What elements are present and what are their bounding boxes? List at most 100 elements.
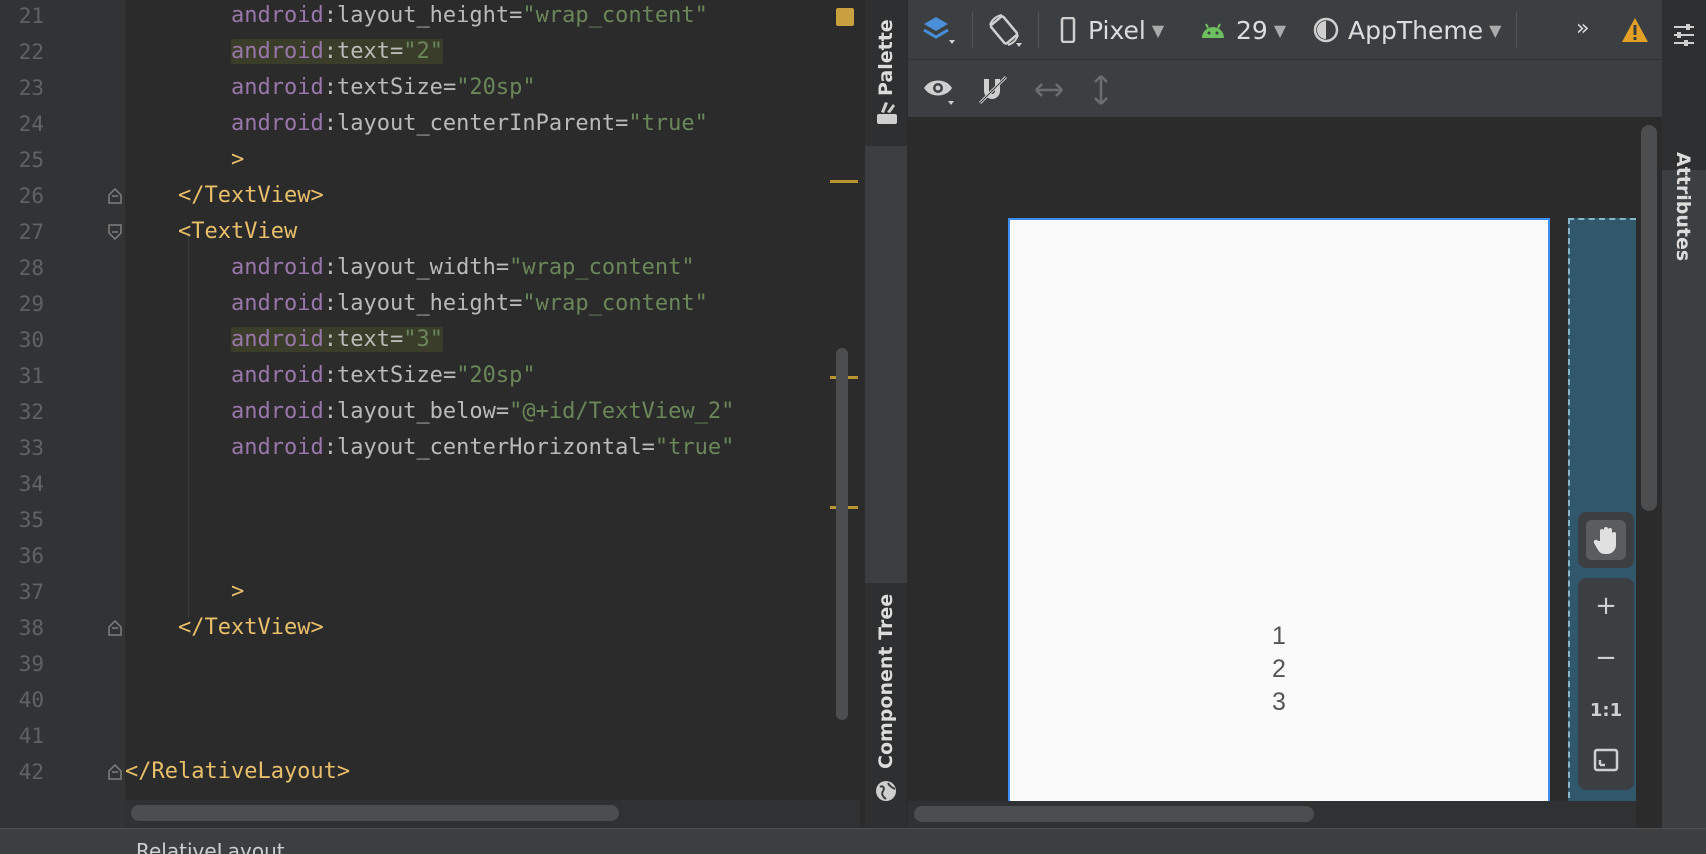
device-preview[interactable]: 1 2 3 <box>1008 218 1550 818</box>
code-line[interactable]: android:layout_width="wrap_content" <box>231 250 695 286</box>
orientation-button[interactable] <box>986 10 1024 50</box>
actual-size-button[interactable]: 1:1 <box>1586 690 1626 730</box>
expand-vertical-button[interactable] <box>1084 70 1118 110</box>
code-token: textSize <box>336 75 443 100</box>
toolbar-overflow-button[interactable]: » <box>1576 8 1589 48</box>
canvas-horizontal-scrollbar[interactable] <box>914 806 1314 822</box>
code-line[interactable]: android:layout_below="@+id/TextView_2" <box>231 394 734 430</box>
line-number: 24 <box>18 112 44 136</box>
layers-icon <box>923 17 955 44</box>
fold-marker-icon[interactable] <box>108 620 122 636</box>
line-number: 32 <box>18 400 44 424</box>
code-token: layout_height <box>336 291 510 316</box>
chevron-down-icon: ▼ <box>1489 20 1502 40</box>
highlight-marker[interactable] <box>830 180 858 183</box>
line-number: 37 <box>18 580 44 604</box>
code-line[interactable]: android:text="3" <box>231 322 443 358</box>
code-line[interactable]: </TextView> <box>178 610 324 646</box>
design-toolbar: Pixel ▼ 29 ▼ AppTheme ▼ » <box>908 0 1662 60</box>
fold-marker-icon[interactable] <box>108 224 122 240</box>
line-number: 23 <box>18 76 44 100</box>
hand-icon <box>1593 527 1616 555</box>
code-token: layout_centerHorizontal <box>336 435 642 460</box>
code-token: layout_centerInParent <box>336 111 616 136</box>
design-surface-button[interactable] <box>920 10 956 50</box>
phone-icon <box>1060 17 1076 43</box>
fold-marker-icon[interactable] <box>108 764 122 780</box>
zoom-out-button[interactable]: − <box>1586 638 1626 678</box>
line-number: 42 <box>18 760 44 784</box>
code-line[interactable]: </TextView> <box>178 178 324 214</box>
code-line[interactable]: android:textSize="20sp" <box>231 358 536 394</box>
code-token: = <box>442 363 457 388</box>
expand-horizontal-button[interactable] <box>1032 70 1066 110</box>
view-options-button[interactable] <box>922 70 956 110</box>
toolbar-separator <box>972 12 973 48</box>
breadcrumb[interactable]: RelativeLayout <box>136 839 285 854</box>
line-number: 27 <box>18 220 44 244</box>
left-tool-strip: Palette Component Tree <box>865 0 907 828</box>
code-line[interactable]: android:layout_centerInParent="true" <box>231 106 708 142</box>
code-token: android <box>231 255 324 280</box>
right-tool-strip: Attributes <box>1662 0 1706 828</box>
code-line[interactable]: android:textSize="20sp" <box>231 70 536 106</box>
zoom-to-fit-button[interactable] <box>1586 740 1626 780</box>
line-number-gutter: 21 22 23 24 25 26 27 28 29 30 31 32 33 34 35 36 37 38 39 40… <box>0 0 125 828</box>
preview-textview[interactable]: 1 <box>1010 622 1548 651</box>
canvas-vertical-scrollbar[interactable] <box>1641 125 1657 511</box>
code-line[interactable]: <TextView <box>178 214 297 250</box>
code-token: = <box>509 291 523 316</box>
line-number: 25 <box>18 148 44 172</box>
code-token: android <box>231 327 324 352</box>
code-line[interactable]: > <box>231 574 244 610</box>
line-number: 40 <box>18 688 44 712</box>
sliders-icon <box>1674 24 1694 46</box>
code-token: "20sp" <box>456 363 536 388</box>
device-selector[interactable]: Pixel ▼ <box>1060 10 1164 50</box>
theme-name: AppTheme <box>1348 15 1484 45</box>
code-token: "wrap_content" <box>509 255 695 280</box>
code-editor[interactable]: 21 22 23 24 25 26 27 28 29 30 31 32 33 34 35 36 37 38 39 40… <box>0 0 860 828</box>
editor-horizontal-scrollbar[interactable] <box>131 805 619 821</box>
code-token: android <box>231 3 324 28</box>
line-number: 33 <box>18 436 44 460</box>
attributes-tab[interactable]: Attributes <box>1662 0 1706 261</box>
code-token: android <box>231 399 324 424</box>
code-token: layout_height <box>336 3 510 28</box>
pan-button[interactable] <box>1586 520 1626 560</box>
fold-marker-icon[interactable] <box>108 188 122 204</box>
code-line[interactable]: android:layout_height="wrap_content" <box>231 0 708 34</box>
android-icon <box>1202 23 1224 38</box>
code-token: : <box>323 435 337 460</box>
theme-selector[interactable]: AppTheme ▼ <box>1312 10 1501 50</box>
design-canvas[interactable]: 1 2 3 <box>908 118 1636 818</box>
preview-textview[interactable]: 2 <box>1010 655 1548 684</box>
code-token: "true" <box>654 435 735 460</box>
zoom-in-button[interactable]: + <box>1586 586 1626 626</box>
minus-icon: − <box>1595 643 1617 673</box>
autoconnect-toggle[interactable] <box>976 70 1010 110</box>
code-token: "wrap_content" <box>522 291 708 316</box>
usage-highlight: android:text="3" <box>231 327 443 352</box>
code-token: : <box>323 327 337 352</box>
code-line[interactable]: > <box>231 142 244 178</box>
code-token: "wrap_content" <box>522 3 708 28</box>
code-line[interactable]: android:text="2" <box>231 34 443 70</box>
code-token: android <box>231 291 324 316</box>
status-bar: RelativeLayout <box>0 828 1706 854</box>
line-number: 31 <box>18 364 44 388</box>
preview-textview[interactable]: 3 <box>1010 688 1548 717</box>
design-toolbar-secondary <box>908 60 1662 118</box>
issues-button[interactable] <box>1620 10 1650 50</box>
code-line[interactable]: </RelativeLayout> <box>125 754 350 790</box>
warning-marker[interactable] <box>836 8 854 26</box>
line-number: 30 <box>18 328 44 352</box>
code-line[interactable]: android:layout_height="wrap_content" <box>231 286 708 322</box>
palette-tab[interactable]: Palette <box>865 0 907 146</box>
api-level-selector[interactable]: 29 ▼ <box>1200 10 1286 50</box>
palette-tab-label: Palette <box>875 19 897 96</box>
component-tree-tab-label: Component Tree <box>875 593 897 769</box>
code-line[interactable]: android:layout_centerHorizontal="true" <box>231 430 734 466</box>
editor-vertical-scrollbar[interactable] <box>836 348 848 720</box>
component-tree-tab[interactable]: Component Tree <box>865 583 907 828</box>
